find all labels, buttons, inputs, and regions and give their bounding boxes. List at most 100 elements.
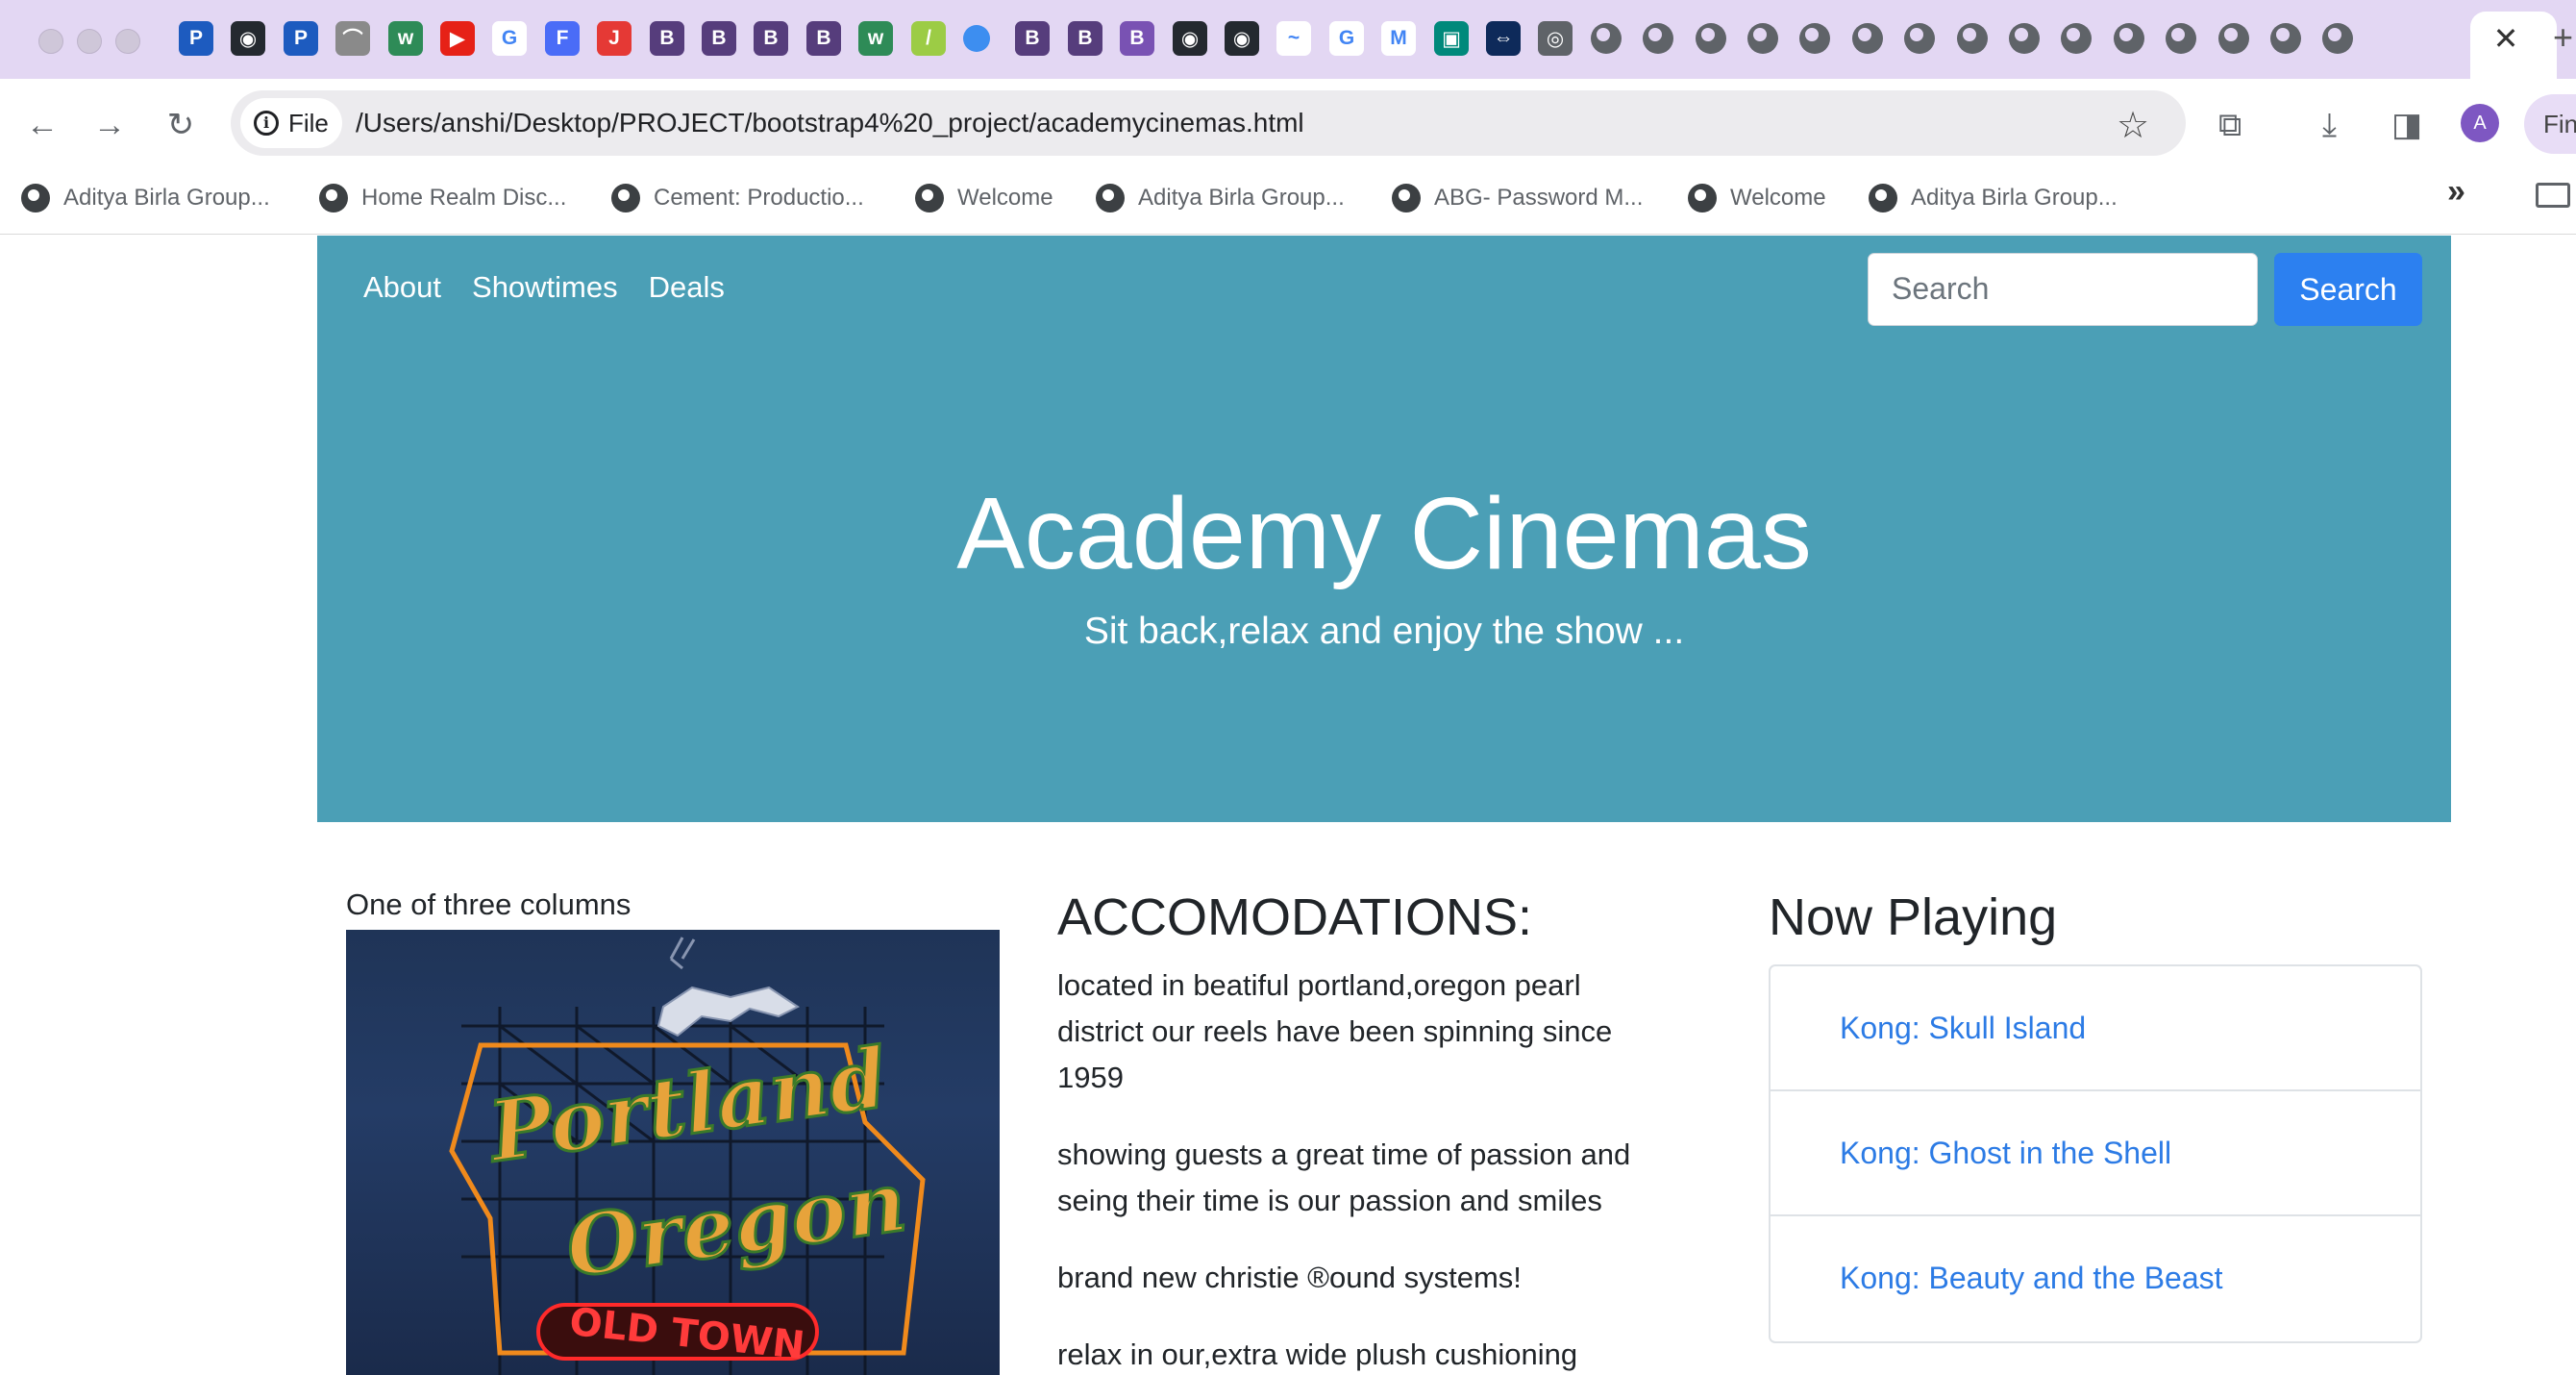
pcloud-icon[interactable]: P bbox=[284, 21, 318, 56]
info-icon: i bbox=[254, 111, 279, 136]
globe-icon[interactable] bbox=[1747, 23, 1778, 54]
arc-icon[interactable]: ⌒ bbox=[335, 21, 370, 56]
bookmark-item[interactable]: Aditya Birla Group... bbox=[1096, 181, 1345, 215]
globe-icon[interactable] bbox=[2166, 23, 2196, 54]
bookmark-item[interactable]: Aditya Birla Group... bbox=[21, 181, 270, 215]
maximize-window-button[interactable] bbox=[115, 29, 140, 54]
address-bar[interactable]: i File /Users/anshi/Desktop/PROJECT/boot… bbox=[231, 90, 2186, 156]
tab-strip: P ◉ P ⌒ w ▶ G F J B B B Bw / B B B ◉ ◉ ~ G M ▣ ⇔ ◎ ✕ + bbox=[0, 0, 2576, 79]
now-playing-link[interactable]: Kong: Ghost in the Shell bbox=[1771, 1091, 2420, 1216]
forms-icon[interactable]: F bbox=[545, 21, 580, 56]
github-icon[interactable]: ◉ bbox=[1173, 21, 1207, 56]
now-playing-link[interactable]: Kong: Skull Island bbox=[1771, 966, 2420, 1091]
bookmark-label: Cement: Productio... bbox=[654, 185, 864, 211]
page-viewport: About Showtimes Deals Search Search Acad… bbox=[0, 236, 2576, 1375]
youtube-icon[interactable]: ▶ bbox=[440, 21, 475, 56]
gmail-icon[interactable]: M bbox=[1381, 21, 1416, 56]
new-tab-icon[interactable]: + bbox=[2553, 17, 2573, 58]
bookmark-item[interactable]: Home Realm Disc... bbox=[319, 181, 566, 215]
site-info-chip[interactable]: i File bbox=[240, 98, 342, 148]
now-playing-list: Kong: Skull Island Kong: Ghost in the Sh… bbox=[1769, 964, 2422, 1343]
globe-icon bbox=[1869, 184, 1897, 212]
w3schools-icon[interactable]: w bbox=[858, 21, 893, 56]
nav-deals-link[interactable]: Deals bbox=[649, 270, 725, 305]
profile-avatar[interactable]: A bbox=[2461, 104, 2499, 142]
globe-icon[interactable] bbox=[2218, 23, 2249, 54]
now-playing-link[interactable]: Kong: Beauty and the Beast bbox=[1771, 1216, 2420, 1341]
app-icon[interactable]: J bbox=[597, 21, 632, 56]
page-title: Academy Cinemas bbox=[956, 477, 1812, 590]
bootstrap-icon[interactable]: B bbox=[1120, 21, 1154, 56]
chrome-icon[interactable]: ◎ bbox=[1538, 21, 1573, 56]
now-playing-heading: Now Playing bbox=[1769, 888, 2058, 946]
bookmark-item[interactable]: Welcome bbox=[915, 181, 1053, 215]
bookmark-item[interactable]: Welcome bbox=[1688, 181, 1826, 215]
globe-icon[interactable] bbox=[2009, 23, 2040, 54]
dot-icon[interactable] bbox=[963, 25, 990, 52]
google-icon[interactable]: G bbox=[492, 21, 527, 56]
nav-about-link[interactable]: About bbox=[363, 270, 441, 305]
folder-icon[interactable] bbox=[2536, 183, 2570, 208]
file-label: File bbox=[288, 108, 329, 138]
forward-icon[interactable]: → bbox=[90, 106, 129, 144]
globe-icon bbox=[21, 184, 50, 212]
chart-icon[interactable]: ~ bbox=[1276, 21, 1311, 56]
globe-icon[interactable] bbox=[1643, 23, 1673, 54]
bookmark-item[interactable]: ABG- Password M... bbox=[1392, 181, 1643, 215]
globe-icon[interactable] bbox=[1591, 23, 1622, 54]
w3schools-icon[interactable]: w bbox=[388, 21, 423, 56]
bootstrap-icon[interactable]: B bbox=[650, 21, 684, 56]
globe-icon[interactable] bbox=[1904, 23, 1935, 54]
bookmark-star-icon[interactable]: ☆ bbox=[2117, 104, 2149, 147]
extensions-icon[interactable]: ⧉ bbox=[2218, 106, 2242, 144]
globe-icon[interactable] bbox=[1696, 23, 1726, 54]
portland-sign-illustration: Portland Oregon OLD TOWN bbox=[449, 937, 926, 1375]
globe-icon[interactable] bbox=[2270, 23, 2301, 54]
bootstrap-icon[interactable]: B bbox=[754, 21, 788, 56]
portland-sign-image: Portland Oregon OLD TOWN bbox=[346, 930, 1000, 1375]
accommodations-heading: ACCOMODATIONS: bbox=[1057, 888, 1533, 946]
url-text[interactable]: /Users/anshi/Desktop/PROJECT/bootstrap4%… bbox=[356, 108, 1304, 138]
globe-icon[interactable] bbox=[2322, 23, 2353, 54]
close-window-button[interactable] bbox=[38, 29, 63, 54]
github-icon[interactable]: ◉ bbox=[231, 21, 265, 56]
search-button[interactable]: Search bbox=[2274, 253, 2422, 326]
bootstrap-icon[interactable]: B bbox=[1068, 21, 1102, 56]
github-icon[interactable]: ◉ bbox=[1225, 21, 1259, 56]
bookmark-item[interactable]: Cement: Productio... bbox=[611, 181, 864, 215]
pcloud-icon[interactable]: P bbox=[179, 21, 213, 56]
nav-showtimes-link[interactable]: Showtimes bbox=[472, 270, 618, 305]
bookmark-label: Welcome bbox=[1730, 185, 1826, 211]
find-chip[interactable]: Fin bbox=[2524, 94, 2576, 154]
reload-icon[interactable]: ↻ bbox=[161, 106, 200, 144]
teamviewer-icon[interactable]: ⇔ bbox=[1486, 21, 1521, 56]
globe-icon bbox=[915, 184, 944, 212]
globe-icon[interactable] bbox=[2061, 23, 2092, 54]
globe-icon[interactable] bbox=[2114, 23, 2144, 54]
bookmark-item[interactable]: Aditya Birla Group... bbox=[1869, 181, 2118, 215]
back-icon[interactable]: ← bbox=[23, 106, 62, 144]
search-input[interactable]: Search bbox=[1868, 253, 2258, 326]
bootstrap-icon[interactable]: B bbox=[806, 21, 841, 56]
bookmark-label: ABG- Password M... bbox=[1434, 185, 1644, 211]
column-heading: One of three columns bbox=[346, 888, 632, 921]
globe-icon[interactable] bbox=[1957, 23, 1988, 54]
notes-icon[interactable]: / bbox=[911, 21, 946, 56]
bootstrap-icon[interactable]: B bbox=[702, 21, 736, 56]
minimize-window-button[interactable] bbox=[77, 29, 102, 54]
bootstrap-icon[interactable]: B bbox=[1015, 21, 1050, 56]
browser-toolbar: ← → ↻ i File /Users/anshi/Desktop/PROJEC… bbox=[0, 79, 2576, 167]
bookmark-label: Home Realm Disc... bbox=[361, 185, 567, 211]
more-bookmarks-icon[interactable]: » bbox=[2447, 173, 2465, 211]
google-icon[interactable]: G bbox=[1329, 21, 1364, 56]
download-icon[interactable]: ⤓ bbox=[2322, 106, 2337, 144]
globe-icon[interactable] bbox=[1852, 23, 1883, 54]
globe-icon bbox=[1096, 184, 1125, 212]
bookmark-label: Welcome bbox=[957, 185, 1053, 211]
accommodations-paragraph: located in beatiful portland,oregon pear… bbox=[1057, 968, 1613, 1094]
side-panel-icon[interactable]: ◨ bbox=[2391, 106, 2422, 144]
close-tab-icon[interactable]: ✕ bbox=[2489, 21, 2523, 56]
meet-icon[interactable]: ▣ bbox=[1434, 21, 1469, 56]
globe-icon bbox=[1392, 184, 1421, 212]
globe-icon[interactable] bbox=[1799, 23, 1830, 54]
